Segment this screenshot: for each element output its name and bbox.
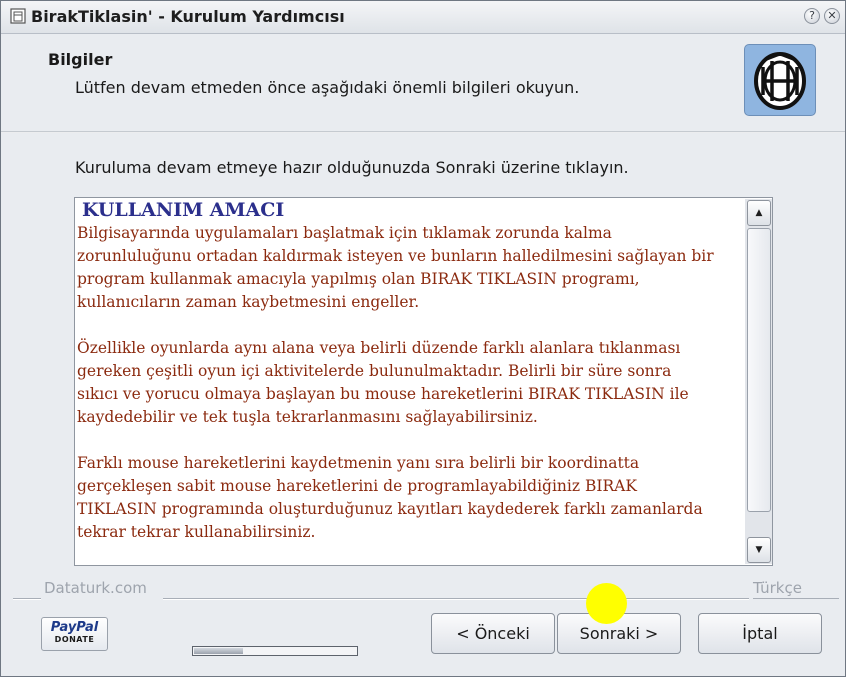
info-line: kullanıcıların zaman kaybetmesini engell… — [77, 293, 420, 311]
close-icon: ✕ — [827, 9, 837, 22]
footer-divider — [13, 599, 41, 600]
close-button[interactable]: ✕ — [824, 8, 840, 24]
scroll-up-button[interactable]: ▲ — [747, 200, 771, 226]
arrow-up-icon: ▲ — [755, 208, 763, 218]
info-line: sıkıcı ve yorucu olmaya başlayan bu mous… — [77, 385, 689, 403]
info-line: TIKLASIN programında oluşturduğunuz kayı… — [77, 500, 703, 518]
arrow-down-icon: ▼ — [755, 545, 763, 555]
page-title: Bilgiler — [48, 50, 113, 69]
info-line: program kullanmak amacıyla yapılmış olan… — [77, 270, 640, 288]
info-line: Bilgisayarında uygulamaları başlatmak iç… — [77, 224, 612, 242]
help-button[interactable]: ? — [804, 8, 820, 24]
scroll-thumb[interactable] — [747, 228, 771, 512]
info-paragraph: Farklı mouse hareketlerini kaydetmenin y… — [77, 452, 743, 544]
info-memo[interactable]: KULLANIM AMACI Bilgisayarında uygulamala… — [74, 197, 773, 566]
title-bar[interactable]: BirakTiklasin' - Kurulum Yardımcısı ? ✕ — [1, 1, 845, 34]
paypal-donate-button[interactable]: PayPal DONATE — [41, 617, 108, 651]
info-line: gerçekleşen sabit mouse hareketlerini de… — [77, 477, 637, 495]
info-line: tekrar tekrar kullanabilirsiniz. — [77, 523, 316, 541]
installer-window: BirakTiklasin' - Kurulum Yardımcısı ? ✕ … — [0, 0, 846, 677]
info-line: Farklı mouse hareketlerini kaydetmenin y… — [77, 454, 640, 472]
language-label: Türkçe — [753, 579, 802, 597]
cancel-button[interactable]: İptal — [698, 613, 822, 654]
brand-label: Dataturk.com — [44, 579, 147, 597]
vertical-scrollbar[interactable]: ▲ ▼ — [745, 199, 772, 564]
help-icon: ? — [809, 9, 815, 22]
info-text-area: KULLANIM AMACI Bilgisayarında uygulamala… — [75, 198, 743, 565]
cursor-highlight — [586, 583, 627, 624]
paypal-logo: PayPal — [50, 620, 99, 635]
install-progress-bar — [192, 646, 358, 656]
progress-fill — [194, 648, 243, 654]
donate-label: DONATE — [54, 635, 95, 644]
footer-divider — [163, 599, 749, 600]
window-title: BirakTiklasin' - Kurulum Yardımcısı — [31, 7, 345, 26]
info-line: kaydedebilir ve tek tuşla tekrarlanmasın… — [77, 408, 538, 426]
info-line: Özellikle oyunlarda aynı alana veya beli… — [77, 339, 681, 357]
app-logo-icon — [744, 44, 816, 116]
info-line: zorunluluğunu ortadan kaldırmak isteyen … — [77, 247, 714, 265]
instruction-text: Kuruluma devam etmeye hazır olduğunuzda … — [75, 158, 629, 177]
info-paragraph: Bilgisayarında uygulamaları başlatmak iç… — [77, 222, 743, 314]
logo-emblem-icon — [754, 52, 806, 110]
back-button[interactable]: < Önceki — [431, 613, 555, 654]
info-heading: KULLANIM AMACI — [82, 199, 285, 221]
footer-divider — [753, 598, 839, 599]
page-subtitle: Lütfen devam etmeden önce aşağıdaki önem… — [75, 78, 580, 97]
app-icon — [10, 8, 26, 24]
info-line: gereken çeşitli oyun içi aktivitelerde b… — [77, 362, 672, 380]
header-divider — [1, 131, 845, 133]
info-paragraph: Özellikle oyunlarda aynı alana veya beli… — [77, 337, 743, 429]
scroll-down-button[interactable]: ▼ — [747, 537, 771, 563]
